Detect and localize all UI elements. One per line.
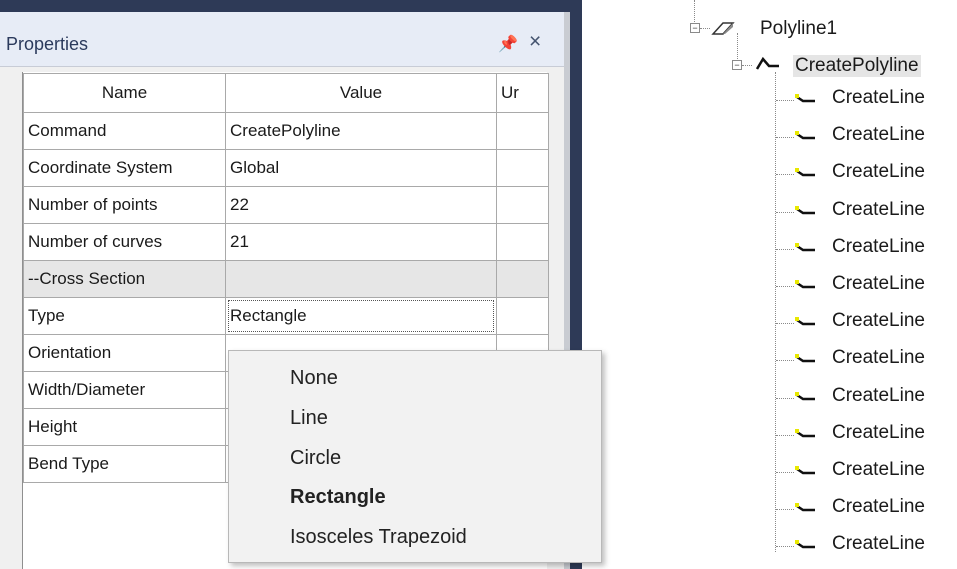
model-tree: − Polyline1 − CreatePolyline CreateLine C… xyxy=(600,0,957,569)
property-unit xyxy=(496,297,549,335)
dropdown-option-line[interactable]: Line xyxy=(290,407,328,430)
tree-node-createline[interactable]: CreateLine xyxy=(832,199,925,221)
property-unit xyxy=(496,223,549,261)
close-icon[interactable]: × xyxy=(529,31,541,52)
tree-connector xyxy=(776,509,794,510)
expand-toggle-createpolyline[interactable]: − xyxy=(732,60,742,70)
tree-node-createline[interactable]: CreateLine xyxy=(832,533,925,555)
create-line-icon xyxy=(795,94,815,103)
grid-header-row: Name Value Ur xyxy=(23,73,549,113)
tree-node-createline[interactable]: CreateLine xyxy=(832,87,925,109)
tree-connector xyxy=(776,174,794,175)
create-line-icon xyxy=(795,243,815,252)
property-unit xyxy=(496,186,549,224)
expand-toggle-polyline1[interactable]: − xyxy=(690,23,700,33)
section-unit xyxy=(496,260,549,298)
tree-connector xyxy=(776,100,794,101)
tree-connector xyxy=(737,33,738,59)
property-section-cross-section[interactable]: --Cross Section xyxy=(23,260,549,298)
tree-connector xyxy=(776,472,794,473)
dropdown-option-isosceles-trapezoid[interactable]: Isosceles Trapezoid xyxy=(290,526,467,549)
tree-node-createline[interactable]: CreateLine xyxy=(832,385,925,407)
section-name: --Cross Section xyxy=(23,260,226,298)
property-value[interactable]: 22 xyxy=(225,186,497,224)
property-name: Type xyxy=(23,297,226,335)
property-name: Width/Diameter xyxy=(23,371,226,409)
column-header-units[interactable]: Ur xyxy=(496,73,549,113)
property-value[interactable]: 21 xyxy=(225,223,497,261)
tree-node-createline[interactable]: CreateLine xyxy=(832,236,925,258)
polyline-object-icon xyxy=(711,22,735,35)
tree-connector xyxy=(776,435,794,436)
tree-connector xyxy=(700,28,710,29)
property-value[interactable]: CreatePolyline xyxy=(225,112,497,150)
tree-node-createline[interactable]: CreateLine xyxy=(832,161,925,183)
property-name: Number of points xyxy=(23,186,226,224)
create-line-icon xyxy=(795,317,815,326)
create-line-icon xyxy=(795,466,815,475)
type-select-value: Rectangle xyxy=(230,306,307,325)
property-name: Bend Type xyxy=(23,445,226,483)
property-row-number-of-curves[interactable]: Number of curves 21 xyxy=(23,223,549,261)
property-name: Orientation xyxy=(23,334,226,372)
property-row-command[interactable]: Command CreatePolyline xyxy=(23,112,549,150)
tree-node-createline[interactable]: CreateLine xyxy=(832,496,925,518)
create-line-icon xyxy=(795,354,815,363)
tree-node-createpolyline[interactable]: CreatePolyline xyxy=(793,55,921,77)
tree-node-createline[interactable]: CreateLine xyxy=(832,459,925,481)
property-unit xyxy=(496,149,549,187)
tree-node-createline[interactable]: CreateLine xyxy=(832,347,925,369)
create-polyline-icon xyxy=(755,56,779,70)
property-row-type[interactable]: Type Rectangle xyxy=(23,297,549,335)
tree-connector xyxy=(776,212,794,213)
dropdown-option-none[interactable]: None xyxy=(290,367,338,390)
property-name: Height xyxy=(23,408,226,446)
tree-connector xyxy=(775,72,776,552)
dropdown-option-rectangle[interactable]: Rectangle xyxy=(290,486,386,509)
tree-connector xyxy=(694,0,695,22)
create-line-icon xyxy=(795,540,815,549)
tree-connector xyxy=(776,137,794,138)
tree-node-createline[interactable]: CreateLine xyxy=(832,310,925,332)
tree-connector xyxy=(776,398,794,399)
property-name: Number of curves xyxy=(23,223,226,261)
tree-node-polyline1[interactable]: Polyline1 xyxy=(760,18,837,40)
properties-title-bar: Properties 📌 × xyxy=(0,12,564,67)
column-header-value[interactable]: Value xyxy=(225,73,497,113)
type-select[interactable]: Rectangle xyxy=(225,297,497,335)
pin-icon[interactable]: 📌 xyxy=(498,34,518,54)
create-line-icon xyxy=(795,429,815,438)
create-line-icon xyxy=(795,131,815,140)
tree-connector xyxy=(776,323,794,324)
tree-connector xyxy=(742,65,752,66)
tree-connector xyxy=(776,546,794,547)
create-line-icon xyxy=(795,206,815,215)
window-frame-top xyxy=(0,0,582,12)
property-value[interactable]: Global xyxy=(225,149,497,187)
panel-title: Properties xyxy=(6,34,89,54)
tree-connector xyxy=(776,360,794,361)
create-line-icon xyxy=(795,392,815,401)
create-line-icon xyxy=(795,168,815,177)
column-header-name[interactable]: Name xyxy=(23,73,226,113)
section-value xyxy=(225,260,497,298)
property-row-number-of-points[interactable]: Number of points 22 xyxy=(23,186,549,224)
property-row-coordinate-system[interactable]: Coordinate System Global xyxy=(23,149,549,187)
property-unit xyxy=(496,112,549,150)
tree-connector xyxy=(776,286,794,287)
create-line-icon xyxy=(795,503,815,512)
create-line-icon xyxy=(795,280,815,289)
tree-node-createline[interactable]: CreateLine xyxy=(832,124,925,146)
property-name: Command xyxy=(23,112,226,150)
tree-node-createline[interactable]: CreateLine xyxy=(832,273,925,295)
property-name: Coordinate System xyxy=(23,149,226,187)
tree-connector xyxy=(776,249,794,250)
dropdown-option-circle[interactable]: Circle xyxy=(290,447,341,470)
tree-node-createline[interactable]: CreateLine xyxy=(832,422,925,444)
type-dropdown-list[interactable]: None Line Circle Rectangle Isosceles Tra… xyxy=(228,350,602,563)
